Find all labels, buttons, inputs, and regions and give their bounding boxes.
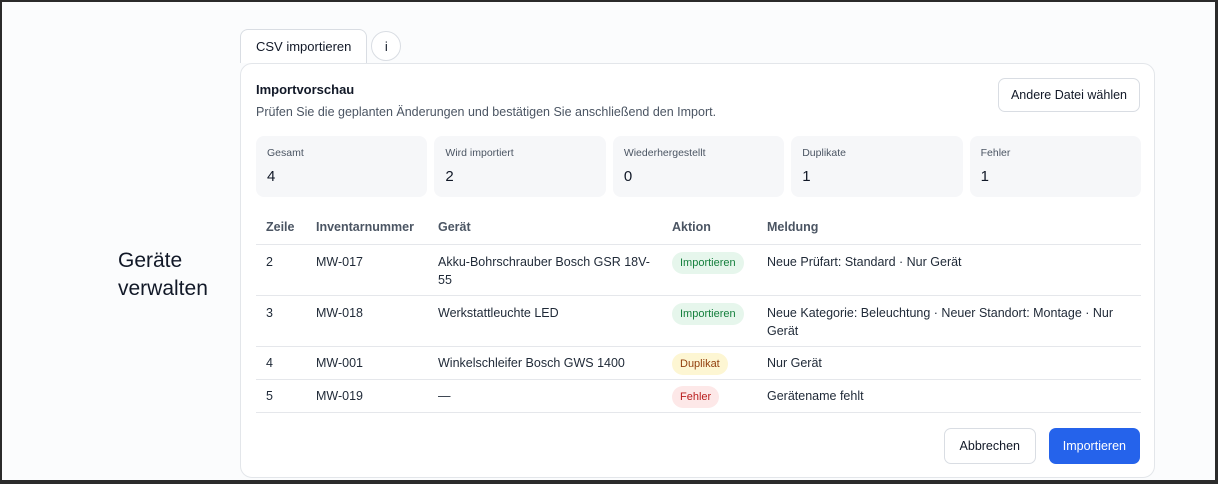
stat-restored: Wiederhergestellt 0 — [612, 136, 785, 197]
table-header-row: Zeile Inventarnummer Gerät Aktion Meldun… — [256, 210, 1141, 245]
stats-row: Gesamt 4 Wird importiert 2 Wiederhergest… — [256, 136, 1142, 197]
cell-geraet: Winkelschleifer Bosch GWS 1400 — [438, 356, 625, 370]
cell-geraet: — — [438, 389, 451, 403]
tab-csv-import[interactable]: CSV importieren — [240, 29, 368, 63]
cell-geraet: Werkstattleuchte LED — [438, 306, 559, 320]
status-badge-import: Importieren — [672, 303, 744, 325]
cell-aktion: Fehler — [662, 386, 757, 408]
table-row: 3 MW-018 Werkstattleuchte LED Importiere… — [256, 296, 1141, 347]
header-zeile: Zeile — [266, 220, 295, 234]
cell-aktion: Duplikat — [662, 353, 757, 375]
cell-zeile: 4 — [266, 356, 273, 370]
cancel-button[interactable]: Abbrechen — [943, 428, 1036, 464]
import-button[interactable]: Importieren — [1048, 428, 1140, 464]
status-badge-duplicate: Duplikat — [672, 353, 728, 375]
tab-row: CSV importieren i — [240, 29, 402, 63]
header-aktion: Aktion — [672, 220, 711, 234]
cell-aktion: Importieren — [662, 252, 757, 274]
stat-value: 4 — [267, 168, 276, 185]
header-inventarnummer: Inventarnummer — [316, 220, 414, 234]
table-row: 4 MW-001 Winkelschleifer Bosch GWS 1400 … — [256, 347, 1141, 380]
stat-label: Gesamt — [267, 147, 304, 159]
cell-inventarnummer: MW-019 — [316, 389, 364, 403]
cell-inventarnummer: MW-018 — [316, 306, 364, 320]
cell-aktion: Importieren — [662, 303, 757, 325]
stat-label: Wird importiert — [445, 147, 514, 159]
stat-importing: Wird importiert 2 — [434, 136, 606, 197]
card-description: Prüfen Sie die geplanten Änderungen und … — [256, 105, 717, 119]
status-badge-error: Fehler — [672, 386, 720, 408]
page-title: Geräte verwalten — [118, 249, 208, 300]
cell-meldung: Nur Gerät — [767, 356, 822, 370]
stat-value: 1 — [802, 168, 811, 185]
cell-inventarnummer: MW-017 — [316, 255, 364, 269]
stat-label: Wiederhergestellt — [623, 147, 706, 159]
cell-geraet: Akku-Bohrschrauber Bosch GSR 18V-55 — [438, 255, 650, 287]
stat-label: Fehler — [980, 147, 1011, 159]
header-geraet: Gerät — [438, 220, 471, 234]
stat-label: Duplikate — [802, 147, 846, 159]
import-preview-card: Importvorschau Prüfen Sie die geplanten … — [240, 63, 1155, 478]
stat-errors: Fehler 1 — [969, 136, 1142, 197]
cell-inventarnummer: MW-001 — [316, 356, 364, 370]
header-meldung: Meldung — [767, 220, 819, 234]
table-row: 5 MW-019 — Fehler Gerätename fehlt — [256, 380, 1141, 413]
import-preview-table: Zeile Inventarnummer Gerät Aktion Meldun… — [256, 210, 1141, 413]
app-frame: Geräte verwalten CSV importieren i Impor… — [0, 0, 1218, 484]
table-row: 2 MW-017 Akku-Bohrschrauber Bosch GSR 18… — [256, 245, 1141, 296]
info-button[interactable]: i — [371, 31, 402, 61]
stat-value: 0 — [623, 168, 633, 185]
cell-zeile: 5 — [266, 389, 273, 403]
cell-meldung: Gerätename fehlt — [767, 389, 864, 403]
choose-other-file-button[interactable]: Andere Datei wählen — [997, 78, 1140, 112]
cell-meldung: Neue Kategorie: Beleuchtung · Neuer Stan… — [767, 306, 1114, 338]
cell-zeile: 3 — [266, 306, 273, 320]
stat-value: 2 — [445, 168, 454, 185]
stat-duplicates: Duplikate 1 — [791, 136, 963, 197]
status-badge-import: Importieren — [672, 252, 744, 274]
stat-value: 1 — [980, 168, 989, 185]
cell-zeile: 2 — [266, 255, 273, 269]
stat-total: Gesamt 4 — [256, 136, 428, 197]
cell-meldung: Neue Prüfart: Standard · Nur Gerät — [767, 255, 962, 269]
card-title: Importvorschau — [256, 82, 355, 97]
